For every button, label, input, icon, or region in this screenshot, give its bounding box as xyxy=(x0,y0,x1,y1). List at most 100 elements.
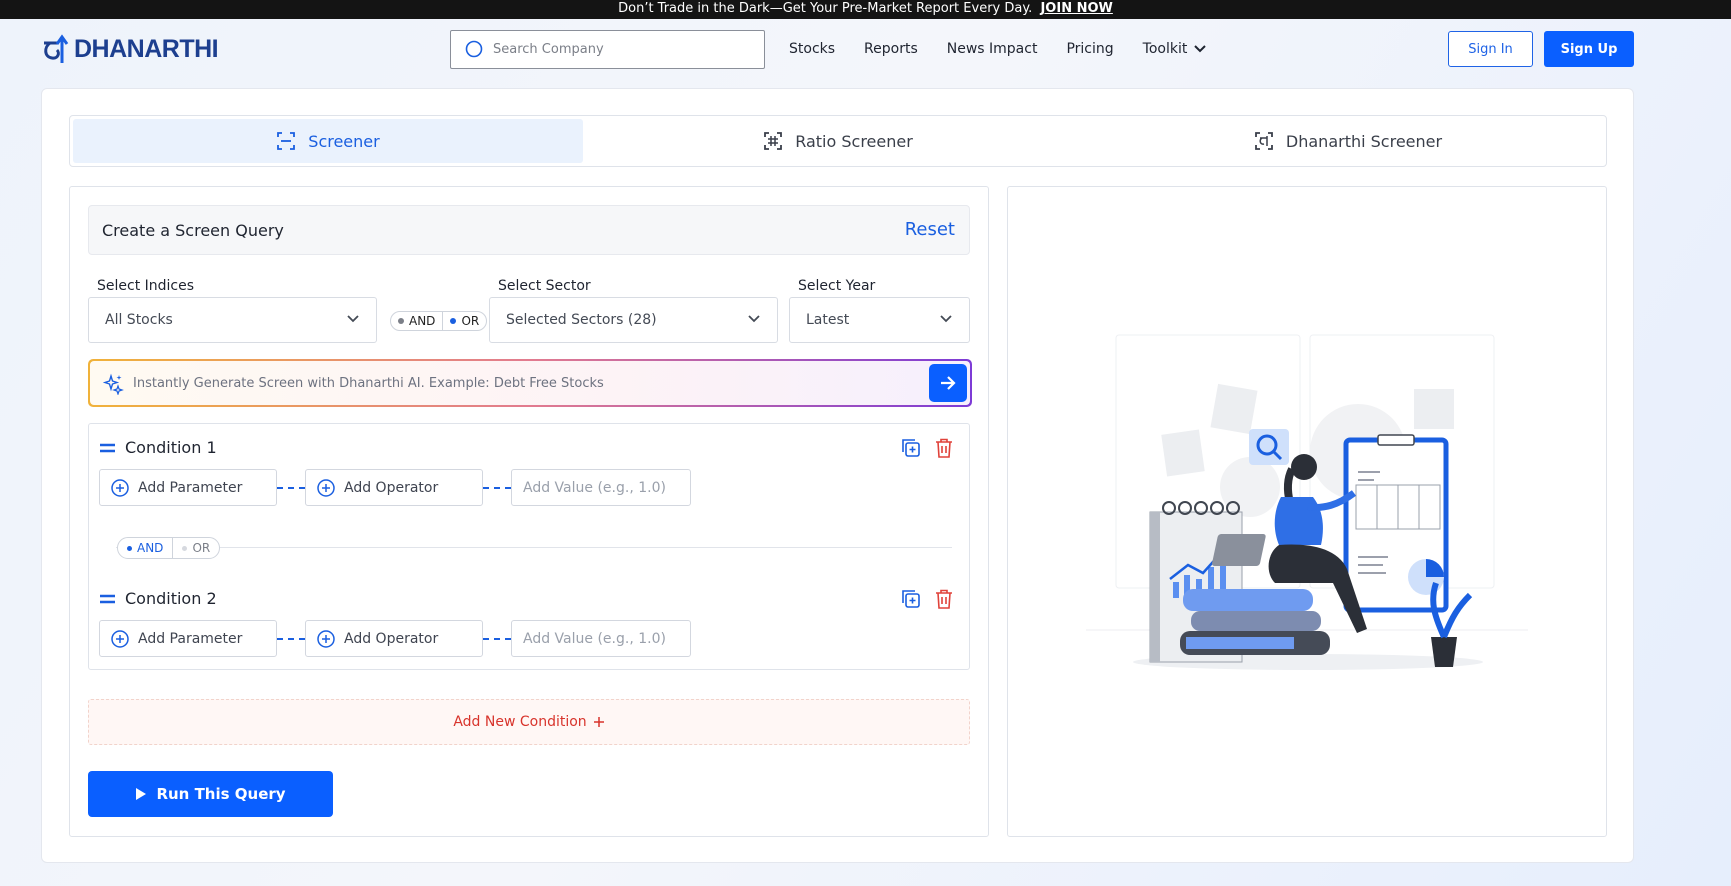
site-header: DHANARTHI Stocks Reports News Impact Pri… xyxy=(0,19,1731,81)
connector-line xyxy=(277,638,305,640)
nav-item-pricing[interactable]: Pricing xyxy=(1066,41,1113,57)
chevron-down-icon xyxy=(940,315,952,323)
ai-prompt-input[interactable] xyxy=(133,375,893,391)
reset-button[interactable]: Reset xyxy=(905,219,955,240)
value-placeholder: Add Value (e.g., 1.0) xyxy=(523,630,666,647)
year-value: Latest xyxy=(806,312,850,328)
year-label: Select Year xyxy=(798,278,876,294)
indices-label: Select Indices xyxy=(97,278,195,294)
condition-title: Condition 1 xyxy=(125,438,217,457)
condition-divider xyxy=(116,547,952,548)
value-placeholder: Add Value (e.g., 1.0) xyxy=(523,479,666,496)
chevron-down-icon xyxy=(347,315,359,323)
conditions-list: Condition 1 Add Parameter Add Operator A… xyxy=(88,423,970,670)
add-new-condition-button[interactable]: Add New Condition xyxy=(88,699,970,745)
condition-join-toggle[interactable]: AND OR xyxy=(117,537,221,559)
dhanarthi-scan-icon xyxy=(1255,132,1273,150)
tab-ratio-screener[interactable]: Ratio Screener xyxy=(583,119,1093,163)
run-query-button[interactable]: Run This Query xyxy=(88,771,333,817)
screener-illustration xyxy=(1086,334,1528,670)
arrow-right-icon xyxy=(941,376,956,390)
add-parameter-label: Add Parameter xyxy=(138,479,243,496)
indices-select[interactable]: All Stocks xyxy=(88,297,377,343)
add-operator-button[interactable]: Add Operator xyxy=(305,620,483,657)
drag-handle-icon[interactable] xyxy=(100,594,115,604)
tab-screener-label: Screener xyxy=(308,131,380,151)
nav-item-reports[interactable]: Reports xyxy=(864,41,918,57)
brand-name: DHANARTHI xyxy=(74,34,219,63)
sign-in-button[interactable]: Sign In xyxy=(1448,31,1533,67)
drag-handle-icon[interactable] xyxy=(100,443,115,453)
add-operator-button[interactable]: Add Operator xyxy=(305,469,483,506)
sector-value: Selected Sectors (28) xyxy=(506,312,657,328)
join-and-option[interactable]: AND xyxy=(391,312,442,330)
add-operator-label: Add Operator xyxy=(344,630,439,647)
ai-generate-bar xyxy=(88,359,972,407)
nav-item-stocks[interactable]: Stocks xyxy=(789,41,835,57)
nav-item-news-impact[interactable]: News Impact xyxy=(947,41,1038,57)
condition-header: Condition 2 xyxy=(100,589,217,608)
tab-screener[interactable]: Screener xyxy=(73,119,583,163)
delete-icon[interactable] xyxy=(935,438,953,458)
duplicate-icon[interactable] xyxy=(901,438,921,458)
condition-header: Condition 1 xyxy=(100,438,217,457)
sector-select[interactable]: Selected Sectors (28) xyxy=(489,297,778,343)
ratio-icon xyxy=(764,132,783,150)
promo-banner: Don’t Trade in the Dark—Get Your Pre-Mar… xyxy=(0,0,1731,19)
promo-text: Don’t Trade in the Dark—Get Your Pre-Mar… xyxy=(618,1,1033,16)
scan-icon xyxy=(277,132,296,150)
query-title: Create a Screen Query xyxy=(102,221,284,240)
plus-circle-icon xyxy=(317,629,335,648)
add-parameter-label: Add Parameter xyxy=(138,630,243,647)
nav-item-toolkit[interactable]: Toolkit xyxy=(1143,41,1208,57)
screener-tabs: Screener Ratio Screener Dhanarthi Screen… xyxy=(69,115,1607,167)
main-nav: Stocks Reports News Impact Pricing Toolk… xyxy=(789,41,1207,57)
sparkle-icon xyxy=(102,373,124,395)
search-input[interactable] xyxy=(493,42,743,57)
ai-submit-button[interactable] xyxy=(929,364,967,402)
sign-up-button[interactable]: Sign Up xyxy=(1544,31,1634,67)
dhanarthi-logo-icon xyxy=(44,34,69,63)
condition-join-or[interactable]: OR xyxy=(172,538,219,558)
connector-line xyxy=(483,487,511,489)
year-select[interactable]: Latest xyxy=(789,297,970,343)
nav-toolkit-label: Toolkit xyxy=(1142,41,1188,57)
run-query-label: Run This Query xyxy=(156,785,286,803)
plus-icon xyxy=(593,717,604,727)
indices-sector-join-toggle[interactable]: AND OR xyxy=(390,311,488,331)
add-operator-label: Add Operator xyxy=(344,479,439,496)
search-icon xyxy=(465,40,483,57)
logo[interactable]: DHANARTHI xyxy=(40,33,219,65)
illustration-panel xyxy=(1007,186,1607,837)
join-now-link[interactable]: JOIN NOW xyxy=(1040,1,1112,16)
condition-join-and[interactable]: AND xyxy=(118,538,172,558)
sector-label: Select Sector xyxy=(498,278,591,294)
condition-title: Condition 2 xyxy=(125,589,217,608)
condition-actions xyxy=(901,438,953,458)
plus-circle-icon xyxy=(111,478,129,497)
chevron-down-icon xyxy=(1194,45,1207,53)
value-input[interactable]: Add Value (e.g., 1.0) xyxy=(511,469,691,506)
query-builder-panel: Create a Screen Query Reset Select Indic… xyxy=(69,186,989,837)
add-new-condition-label: Add New Condition xyxy=(453,714,587,730)
join-or-option[interactable]: OR xyxy=(442,312,486,330)
duplicate-icon[interactable] xyxy=(901,589,921,609)
add-parameter-button[interactable]: Add Parameter xyxy=(99,469,277,506)
plus-circle-icon xyxy=(317,478,335,497)
company-search[interactable] xyxy=(450,30,765,69)
condition-actions xyxy=(901,589,953,609)
ai-generate-inner xyxy=(90,361,970,405)
indices-value: All Stocks xyxy=(105,312,173,328)
value-input[interactable]: Add Value (e.g., 1.0) xyxy=(511,620,691,657)
connector-line xyxy=(277,487,305,489)
tab-dhanarthi-screener[interactable]: Dhanarthi Screener xyxy=(1093,119,1603,163)
play-icon xyxy=(136,788,147,800)
delete-icon[interactable] xyxy=(935,589,953,609)
chevron-down-icon xyxy=(748,315,760,323)
add-parameter-button[interactable]: Add Parameter xyxy=(99,620,277,657)
connector-line xyxy=(483,638,511,640)
tab-dhanarthi-screener-label: Dhanarthi Screener xyxy=(1285,131,1443,151)
plus-circle-icon xyxy=(111,629,129,648)
query-header: Create a Screen Query Reset xyxy=(88,205,970,255)
screener-card: Screener Ratio Screener Dhanarthi Screen… xyxy=(41,88,1634,863)
